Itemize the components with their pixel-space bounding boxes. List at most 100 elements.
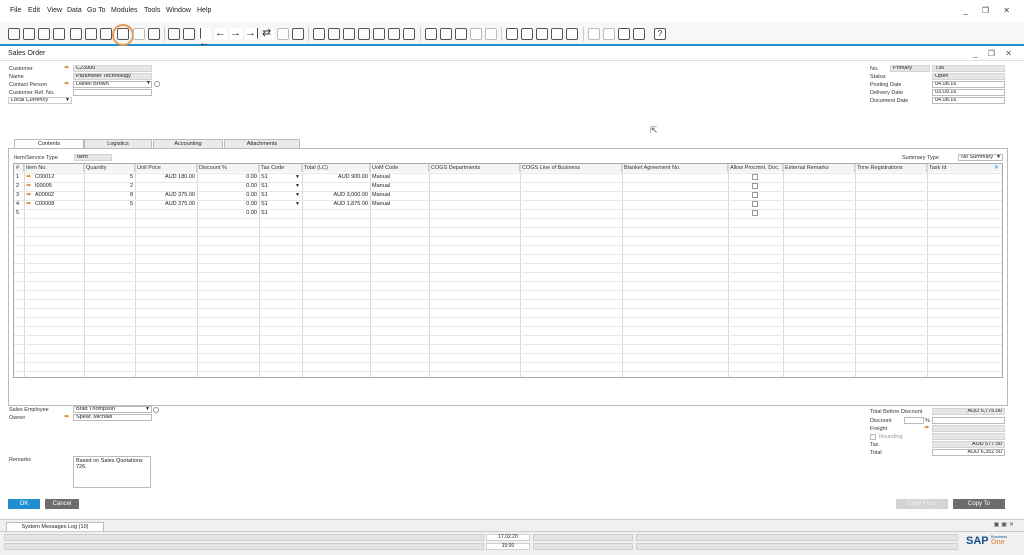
item-link-arrow-icon[interactable]: ➡ [26,183,31,190]
tax-dropdown-icon[interactable]: ▼ [295,183,300,189]
quantity-cell[interactable]: 2 [84,182,135,190]
item-no-cell[interactable]: C00012 [33,173,56,181]
name-field[interactable]: Parameter Technology [73,73,152,80]
dropdown-arrow-icon[interactable]: ▼ [146,80,151,86]
unit-price-cell[interactable]: AUD 375.00 [135,191,197,199]
unit-price-cell[interactable]: AUD 375.00 [135,200,197,208]
calculator-icon[interactable] [536,28,548,40]
refresh-icon[interactable]: ⇄ [262,28,274,40]
unit-price-cell[interactable] [135,182,197,190]
info-icon[interactable] [153,407,159,413]
delivery-date-field[interactable]: 03.09.16 [932,89,1005,96]
menu-modules[interactable]: Modules [111,7,137,14]
table-settings-icon[interactable]: ✕ [994,164,999,171]
ok-button[interactable]: OK [8,499,40,509]
owner-link-arrow-icon[interactable]: ➡ [64,414,69,421]
discount-cell[interactable]: 0.00 [197,173,259,181]
freight-link-arrow-icon[interactable]: ➡ [924,425,929,432]
edit-cockpit-icon[interactable] [618,28,630,40]
open-icon[interactable] [8,28,20,40]
contact-person-field[interactable]: Daniel Brown [73,81,152,88]
total-cell[interactable]: AUD 3,000.00 [302,191,370,199]
first-record-icon[interactable]: |← [199,28,211,49]
help-icon[interactable]: ? [654,28,666,40]
status-window-controls[interactable]: ▣▣✕ [994,521,1016,528]
discount-amount-field[interactable] [932,417,1005,424]
quantity-cell[interactable]: 8 [84,191,135,199]
tax-dropdown-icon[interactable]: ▼ [295,192,300,198]
column-header-unit-price[interactable]: Unit Price [135,164,197,172]
summary-dropdown-icon[interactable]: ▼ [996,154,1001,160]
allow-procurement-checkbox[interactable] [752,210,758,216]
customer-link-arrow-icon[interactable]: ➡ [64,65,69,72]
link-icon[interactable] [633,28,645,40]
document-date-field[interactable]: 04.08.16 [932,97,1005,104]
reports-icon[interactable] [521,28,533,40]
document-number-field[interactable]: 736 [932,65,1005,72]
alerts-icon[interactable] [485,28,497,40]
form-window-controls[interactable]: _ ❐ ✕ [973,49,1016,58]
email-icon[interactable] [53,28,65,40]
print-preview-icon[interactable] [38,28,50,40]
drag-relate-icon[interactable] [588,28,600,40]
form-settings-icon[interactable] [425,28,437,40]
uom-cell[interactable]: Manual [370,182,392,190]
discount-percent-field[interactable] [904,417,924,424]
item-link-arrow-icon[interactable]: ➡ [26,174,31,181]
tax-code-cell[interactable]: S1 [259,191,270,199]
discount-cell[interactable]: 0.00 [197,209,259,217]
quantity-cell[interactable]: 5 [84,173,135,181]
tax-code-cell[interactable]: S1 [259,200,270,208]
previous-record-icon[interactable]: ← [215,28,227,40]
info-icon[interactable] [154,81,160,87]
item-link-arrow-icon[interactable]: ➡ [26,201,31,208]
tab-logistics[interactable]: Logistics [84,139,152,148]
column-header-blanket-agreement[interactable]: Blanket Agreement No. [622,164,728,172]
employee-dropdown-icon[interactable]: ▼ [145,406,150,412]
cockpit-icon[interactable] [603,28,615,40]
currency-select[interactable]: Local Currency [8,97,72,104]
column-header-cogs-departments[interactable]: COGS Departments [429,164,520,172]
menu-window[interactable]: Window [166,7,191,14]
document-icon[interactable] [148,28,160,40]
allow-procurement-checkbox[interactable] [752,192,758,198]
send-icon[interactable] [70,28,82,40]
column-header-quantity[interactable]: Quantity [84,164,135,172]
column-header-uom-code[interactable]: UoM Code [370,164,429,172]
tab-accounting[interactable]: Accounting [153,139,223,148]
column-header-task-id[interactable]: Task Id [927,164,1002,172]
gross-profit-icon[interactable] [343,28,355,40]
rounding-checkbox[interactable] [870,434,876,440]
volume-weight-icon[interactable] [388,28,400,40]
uom-cell[interactable]: Manual [370,173,392,181]
allow-procurement-checkbox[interactable] [752,174,758,180]
uom-cell[interactable]: Manual [370,191,392,199]
item-no-cell[interactable]: C00008 [33,200,56,208]
column-header-total[interactable]: Total (LC) [302,164,370,172]
column-header-allow-procurement[interactable]: Allow Procmnt. Doc. [728,164,783,172]
discount-cell[interactable]: 0.00 [197,182,259,190]
tax-code-cell[interactable]: S1 [259,209,270,217]
contact-link-arrow-icon[interactable]: ➡ [64,81,69,88]
discount-cell[interactable]: 0.00 [197,191,259,199]
menu-goto[interactable]: Go To [87,7,106,14]
settings-icon[interactable] [440,28,452,40]
cancel-button[interactable]: Cancel [45,499,79,509]
last-record-icon[interactable]: →| [245,28,259,40]
total-cell[interactable] [302,182,370,190]
item-no-cell[interactable]: I00005 [33,182,54,190]
uom-cell[interactable]: Manual [370,200,392,208]
add-row-icon[interactable] [183,28,195,40]
copy-to-button[interactable]: Copy To [953,499,1005,509]
column-header-discount[interactable]: Discount % [197,164,259,172]
item-type-select[interactable]: Item [74,154,112,161]
user-icon[interactable] [566,28,578,40]
word-export-icon[interactable] [100,28,112,40]
total-cell[interactable]: AUD 1,875.00 [302,200,370,208]
target-document-icon[interactable] [328,28,340,40]
system-messages-tab[interactable]: System Messages Log (10) [6,522,104,531]
owner-field[interactable]: Spear, Michael [73,414,152,421]
tax-code-cell[interactable]: S1 [259,173,270,181]
menu-tools[interactable]: Tools [144,7,160,14]
column-header-row-number[interactable]: # [14,164,24,172]
